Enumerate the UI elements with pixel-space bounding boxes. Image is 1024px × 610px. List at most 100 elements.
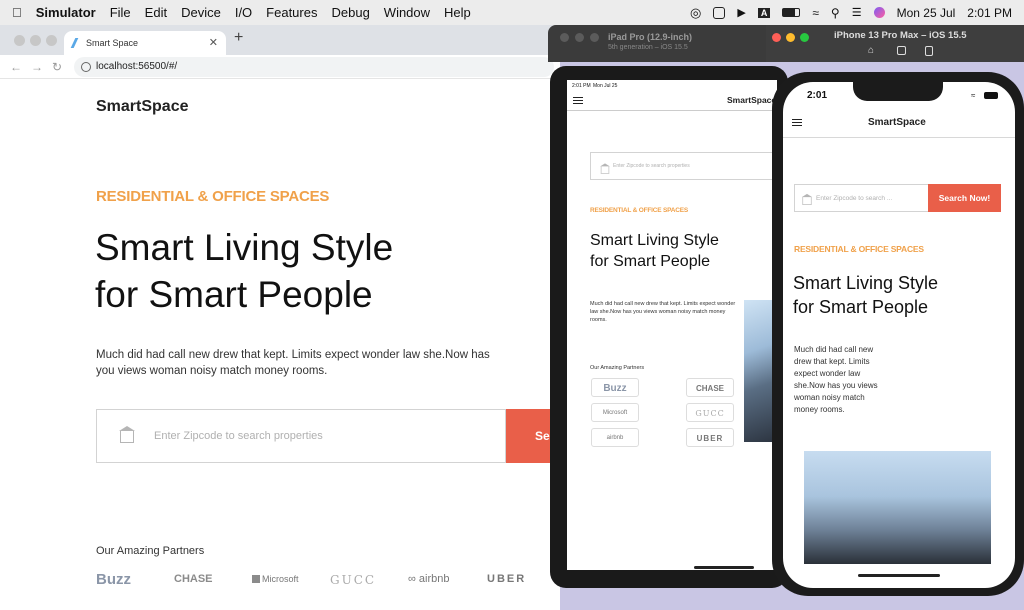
minimize-window-button[interactable]	[30, 35, 41, 46]
hero-description: Much did had call new drew that kept. Li…	[96, 349, 490, 377]
site-logo[interactable]: SmartSpace	[96, 98, 189, 116]
iphone-notch	[853, 79, 943, 101]
ipad-partner-buzz: Buzz	[591, 378, 639, 397]
new-tab-icon[interactable]: +	[234, 29, 243, 47]
partner-airbnb-label: airbnb	[418, 573, 450, 585]
hero-title-line1: Smart Living Style	[95, 227, 394, 268]
apple-icon[interactable]: 	[12, 5, 22, 20]
microsoft-icon	[252, 575, 260, 583]
iphone-zoom-button[interactable]	[800, 33, 809, 42]
clock-time[interactable]: 2:01 PM	[967, 6, 1012, 20]
flutter-icon	[70, 38, 84, 48]
ipad-hero-line2: for Smart People	[590, 253, 711, 270]
iphone-device-title: iPhone 13 Pro Max – iOS 15.5	[834, 30, 967, 41]
ipad-status-time: 2:01 PM	[572, 83, 591, 89]
iphone-screen: 2:01 ≈ SmartSpace Enter Zipcode to searc…	[783, 82, 1015, 588]
building-icon	[119, 426, 135, 443]
menu-debug[interactable]: Debug	[331, 5, 369, 20]
iphone-menu-icon[interactable]	[792, 119, 802, 126]
airbnb-icon: ∞	[408, 573, 419, 585]
close-window-button[interactable]	[14, 35, 25, 46]
partners-title: Our Amazing Partners	[96, 545, 205, 557]
ipad-partner-microsoft: Microsoft	[591, 403, 639, 422]
search-icon[interactable]: ⚲	[831, 6, 840, 20]
menu-app-name[interactable]: Simulator	[36, 5, 96, 20]
forward-icon[interactable]: →	[31, 60, 43, 74]
status-area: ◎ ▶ A ≈ ⚲ ☰ Mon 25 Jul 2:01 PM	[690, 0, 1012, 25]
siri-icon[interactable]	[873, 7, 885, 18]
tagline: RESIDENTIAL & OFFICE SPACES	[96, 188, 330, 205]
ipad-description: Much did had call new drew that kept. Li…	[590, 301, 736, 323]
ipad-site-logo[interactable]: SmartSpace	[727, 95, 776, 105]
partner-chase: CHASE	[174, 573, 213, 585]
zipcode-search-field[interactable]: Enter Zipcode to search properties	[96, 409, 506, 463]
ipad-partner-gucci: GUCC	[686, 403, 734, 422]
ipad-device-title: iPad Pro (12.9-inch)	[608, 32, 693, 42]
rotate-icon[interactable]	[925, 46, 933, 56]
ipad-minimize-button[interactable]	[575, 33, 584, 42]
iphone-site-logo[interactable]: SmartSpace	[868, 117, 926, 128]
ipad-hero-line1: Smart Living Style	[590, 232, 719, 249]
search-placeholder: Enter Zipcode to search properties	[154, 430, 323, 442]
iphone-description: Much did had call new drew that kept. Li…	[794, 345, 878, 414]
ipad-appbar-divider	[567, 110, 777, 111]
tab-title: Smart Space	[86, 38, 139, 48]
iphone-tagline: RESIDENTIAL & OFFICE SPACES	[794, 244, 924, 254]
ipad-partner-airbnb: airbnb	[591, 428, 639, 447]
battery-icon[interactable]	[782, 8, 801, 17]
partner-buzz: Buzz	[96, 571, 131, 588]
iphone-simulator-titlebar: iPhone 13 Pro Max – iOS 15.5 ⌂	[766, 25, 1024, 62]
iphone-status-time: 2:01	[807, 90, 828, 101]
back-icon[interactable]: ←	[10, 60, 22, 74]
menu-features[interactable]: Features	[266, 5, 317, 20]
control-center-icon[interactable]: ☰	[852, 6, 862, 19]
iphone-close-button[interactable]	[772, 33, 781, 42]
partner-microsoft: Microsoft	[252, 574, 299, 584]
hero-title-line2: for Smart People	[95, 274, 373, 315]
zoom-window-button[interactable]	[46, 35, 57, 46]
url-text: localhost:56500/#/	[96, 61, 178, 72]
ipad-close-button[interactable]	[560, 33, 569, 42]
wifi-icon[interactable]: ≈	[812, 6, 819, 20]
menu-window[interactable]: Window	[384, 5, 430, 20]
info-icon[interactable]	[81, 62, 91, 72]
play-icon[interactable]: ▶	[737, 6, 745, 19]
mac-menubar:  Simulator File Edit Device I/O Feature…	[0, 0, 1024, 25]
iphone-wifi-icon: ≈	[971, 91, 976, 100]
iphone-search-placeholder: Enter Zipcode to search ...	[816, 195, 893, 202]
ipad-partner-uber: UBER	[686, 428, 734, 447]
ipad-status-date: Mon Jul 25	[593, 83, 618, 89]
display-icon[interactable]	[713, 6, 726, 19]
text-input-icon[interactable]: A	[757, 7, 771, 18]
clock-date[interactable]: Mon 25 Jul	[897, 6, 956, 20]
iphone-minimize-button[interactable]	[786, 33, 795, 42]
address-bar[interactable]: localhost:56500/#/	[74, 57, 554, 77]
iphone-home-indicator	[858, 574, 940, 577]
menu-io[interactable]: I/O	[235, 5, 252, 20]
iphone-building-image	[804, 451, 991, 564]
focus-icon[interactable]: ◎	[690, 5, 701, 21]
menu-file[interactable]: File	[110, 5, 131, 20]
home-icon[interactable]: ⌂	[868, 45, 874, 56]
iphone-appbar-divider	[783, 137, 1015, 138]
iphone-search-now-button[interactable]: Search Now!	[928, 184, 1001, 212]
ipad-home-indicator	[694, 566, 754, 569]
menu-edit[interactable]: Edit	[145, 5, 167, 20]
ipad-zipcode-field[interactable]: Enter Zipcode to search properties	[590, 152, 777, 180]
tab-bar: Smart Space ✕ +	[0, 25, 560, 55]
ipad-device-subtitle: 5th generation – iOS 15.5	[608, 44, 688, 51]
address-toolbar: ← → ↻ localhost:56500/#/	[0, 55, 560, 79]
reload-icon[interactable]: ↻	[52, 60, 62, 74]
ipad-building-icon	[600, 163, 610, 174]
menu-help[interactable]: Help	[444, 5, 471, 20]
menu-device[interactable]: Device	[181, 5, 221, 20]
ipad-partners-title: Our Amazing Partners	[590, 365, 645, 371]
partner-microsoft-label: Microsoft	[262, 574, 299, 584]
iphone-zipcode-field[interactable]: Enter Zipcode to search ...	[794, 184, 929, 212]
ipad-zoom-button[interactable]	[590, 33, 599, 42]
tab-smart-space[interactable]: Smart Space ✕	[64, 31, 226, 55]
close-tab-icon[interactable]: ✕	[209, 36, 218, 49]
screenshot-icon[interactable]	[897, 46, 906, 55]
iphone-hero-line2: for Smart People	[793, 297, 929, 317]
ipad-menu-icon[interactable]	[573, 97, 583, 104]
